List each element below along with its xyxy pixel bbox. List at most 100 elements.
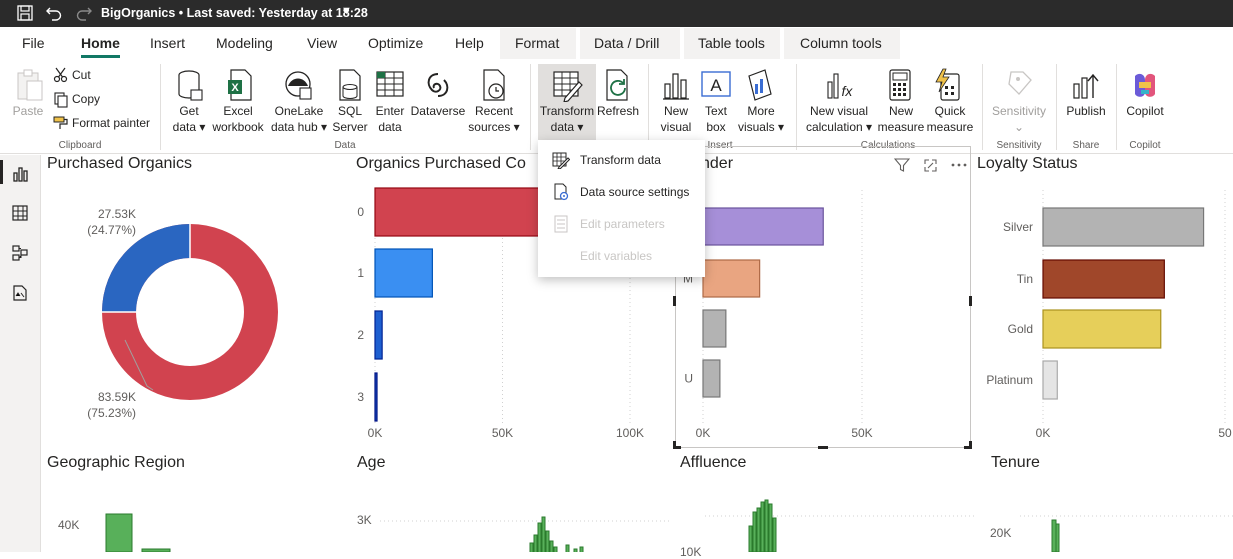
quick-measure-label-2: measure <box>926 120 974 134</box>
bar[interactable] <box>374 372 378 422</box>
affluence-histogram[interactable] <box>705 490 975 552</box>
new-visual-button[interactable]: New visual <box>656 103 696 135</box>
report-view-icon[interactable] <box>11 165 29 183</box>
bar[interactable] <box>374 187 555 237</box>
selected-visual-frame[interactable] <box>675 146 971 448</box>
model-view-icon[interactable] <box>11 244 29 262</box>
tab-data-drill[interactable]: Data / Drill <box>594 35 659 51</box>
new-visual-calc-label-1: New visual <box>809 104 869 118</box>
bar[interactable] <box>374 310 383 360</box>
data-group-label: Data <box>334 140 356 151</box>
histogram-bar[interactable] <box>1051 519 1057 552</box>
tab-help[interactable]: Help <box>455 35 484 51</box>
bar[interactable] <box>374 248 433 298</box>
get-data-button[interactable]: Get data ▾ <box>168 103 210 135</box>
quick-measure-button[interactable]: Quick measure <box>926 103 974 135</box>
enter-data-button[interactable]: Enter data <box>372 103 408 135</box>
more-visuals-button[interactable]: More visuals ▾ <box>737 103 785 135</box>
undo-icon[interactable] <box>45 4 63 22</box>
visual-title: Purchased Organics <box>47 155 192 172</box>
new-visual-label-1: New <box>663 104 688 118</box>
save-icon[interactable] <box>16 4 34 22</box>
histogram-bar[interactable] <box>533 534 538 552</box>
tab-format[interactable]: Format <box>515 35 559 51</box>
menu-item-transform-data[interactable]: Transform data <box>538 144 705 176</box>
copy-button[interactable]: Copy <box>72 92 100 106</box>
tab-optimize[interactable]: Optimize <box>368 35 423 51</box>
format-painter-button[interactable]: Format painter <box>72 116 150 130</box>
histogram-bar[interactable] <box>760 501 765 552</box>
tab-file[interactable]: File <box>22 35 45 51</box>
histogram-bar[interactable] <box>537 522 542 552</box>
menu-item-edit-variables[interactable]: Edit variables <box>538 240 705 272</box>
copilot-button[interactable]: Copilot <box>1122 103 1168 119</box>
resize-handle[interactable] <box>818 446 828 449</box>
histogram-bar[interactable] <box>541 516 546 552</box>
bar[interactable] <box>1042 360 1058 400</box>
resize-handle[interactable] <box>969 441 972 449</box>
sql-server-button[interactable]: SQL Server <box>330 103 370 135</box>
bar[interactable] <box>1042 309 1162 349</box>
paste-button[interactable]: Paste <box>12 103 44 119</box>
excel-workbook-button[interactable]: Excel workbook <box>209 103 267 135</box>
histogram-bar[interactable] <box>752 511 757 552</box>
histogram-bar[interactable] <box>529 542 534 552</box>
tab-table-tools[interactable]: Table tools <box>698 35 765 51</box>
donut-chart[interactable] <box>95 218 285 408</box>
tenure-histogram[interactable] <box>1020 490 1233 552</box>
cut-button[interactable]: Cut <box>72 68 91 82</box>
histogram-bar[interactable] <box>553 546 558 552</box>
dataverse-button[interactable]: Dataverse <box>409 103 467 119</box>
histogram-bar[interactable] <box>1055 523 1060 552</box>
age-histogram[interactable] <box>380 495 670 552</box>
table-view-icon[interactable] <box>11 204 29 222</box>
data-source-settings-icon <box>554 183 569 201</box>
bar[interactable] <box>1042 207 1205 247</box>
resize-handle[interactable] <box>673 441 676 449</box>
resize-handle[interactable] <box>969 296 972 306</box>
onelake-data-hub-button[interactable]: OneLake data hub ▾ <box>270 103 328 135</box>
sensitivity-button[interactable]: Sensitivity ⌄ <box>988 103 1050 135</box>
tab-modeling[interactable]: Modeling <box>216 35 273 51</box>
histogram-bar[interactable] <box>545 530 550 552</box>
transform-data-button[interactable]: Transform data ▾ <box>538 103 596 135</box>
text-box-label-1: Text <box>704 104 727 118</box>
menu-item-data-source-settings[interactable]: Data source settings <box>538 176 705 208</box>
loyalty-status-chart[interactable]: 0K 50 Silver Tin Gold Platinum <box>975 180 1233 450</box>
histogram-bar[interactable] <box>748 525 753 552</box>
histogram-bar[interactable] <box>768 503 773 552</box>
category-label: 0 <box>357 205 364 219</box>
histogram-bar[interactable] <box>579 546 584 552</box>
donut-slice-1[interactable] <box>102 224 191 313</box>
new-measure-button[interactable]: New measure <box>876 103 926 135</box>
geographic-region-chart[interactable] <box>100 510 180 552</box>
visual-title: Loyalty Status <box>977 155 1078 172</box>
resize-handle[interactable] <box>673 296 676 306</box>
view-switcher <box>0 155 41 552</box>
redo-icon[interactable] <box>75 4 93 22</box>
histogram-bar[interactable] <box>772 517 777 552</box>
histogram-bar[interactable] <box>549 540 554 552</box>
recent-sources-button[interactable]: Recent sources ▾ <box>466 103 522 135</box>
refresh-icon <box>606 69 628 101</box>
tab-column-tools[interactable]: Column tools <box>800 35 882 51</box>
bar[interactable] <box>1042 259 1165 299</box>
sensitivity-label: Sensitivity <box>991 104 1047 118</box>
tab-insert[interactable]: Insert <box>150 35 185 51</box>
publish-button[interactable]: Publish <box>1062 103 1110 119</box>
visual-title: Affluence <box>680 454 747 471</box>
histogram-bar[interactable] <box>756 507 761 552</box>
document-title[interactable]: BigOrganics • Last saved: Yesterday at 1… <box>101 6 368 20</box>
chevron-down-icon[interactable]: ▼ <box>341 5 352 17</box>
refresh-button[interactable]: Refresh <box>596 103 640 119</box>
menu-item-edit-parameters[interactable]: Edit parameters <box>538 208 705 240</box>
data-label: 27.53K (24.77%) <box>86 206 136 238</box>
tab-view[interactable]: View <box>307 35 337 51</box>
tab-home[interactable]: Home <box>81 35 120 51</box>
text-box-button[interactable]: Text box <box>696 103 736 135</box>
dax-query-view-icon[interactable] <box>11 284 29 302</box>
histogram-bar[interactable] <box>764 499 769 552</box>
bar[interactable] <box>105 513 133 552</box>
new-visual-calculation-button[interactable]: New visual calculation ▾ <box>805 103 873 135</box>
histogram-bar[interactable] <box>565 544 570 552</box>
